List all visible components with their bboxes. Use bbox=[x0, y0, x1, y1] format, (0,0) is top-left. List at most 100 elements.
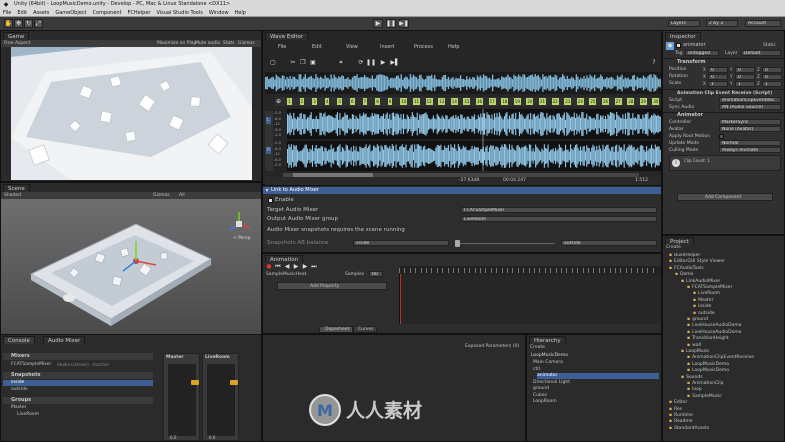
master-fader-handle[interactable] bbox=[191, 380, 199, 385]
static-toggle[interactable]: Static bbox=[763, 42, 776, 49]
persp-label[interactable]: < Persp bbox=[233, 235, 251, 242]
wave-marker[interactable]: 26 bbox=[602, 98, 610, 105]
wave-marker[interactable]: 22 bbox=[551, 98, 559, 105]
tag-dropdown[interactable]: Untagged bbox=[685, 50, 719, 56]
active-checkbox[interactable] bbox=[676, 43, 681, 48]
object-name[interactable]: animator bbox=[683, 42, 706, 49]
target-mixer-field[interactable]: FCATSampleMixer bbox=[461, 207, 657, 213]
pause-button[interactable]: ❚❚ bbox=[386, 19, 396, 28]
tab-audio-mixer[interactable]: Audio Mixer bbox=[43, 336, 86, 344]
wave-marker[interactable]: 21 bbox=[539, 98, 547, 105]
anim-dopesheet-area[interactable] bbox=[399, 274, 661, 324]
project-item[interactable]: ▪ StandardAssets bbox=[669, 426, 709, 432]
main-waveform[interactable] bbox=[287, 109, 661, 171]
transform-position-x[interactable]: 0 bbox=[708, 67, 728, 73]
wave-menu-file[interactable]: File bbox=[278, 44, 286, 51]
anim-play-icon[interactable]: ▶ bbox=[293, 264, 299, 270]
account-dropdown[interactable]: Account bbox=[745, 20, 781, 27]
paste-icon[interactable]: ▣ bbox=[309, 59, 317, 67]
menu-item-assets[interactable]: Assets bbox=[33, 9, 49, 17]
next-key-icon[interactable]: ▶ bbox=[302, 264, 308, 270]
project-item[interactable]: ▪ Demo bbox=[675, 272, 693, 278]
strip-liveroom[interactable]: LiveRoom 0.0 bbox=[202, 353, 239, 441]
project-item[interactable]: ▪ Readme bbox=[669, 419, 693, 425]
wave-marker[interactable]: 9 bbox=[387, 98, 393, 105]
menu-item-edit[interactable]: Edit bbox=[17, 9, 27, 17]
project-create[interactable]: Create bbox=[666, 244, 681, 251]
layer-dropdown[interactable]: Default bbox=[741, 50, 781, 56]
wave-menu-process[interactable]: Process bbox=[414, 44, 433, 51]
help-icon[interactable]: ? bbox=[650, 59, 658, 67]
wave-marker[interactable]: 5 bbox=[337, 98, 342, 105]
hierarchy-item[interactable]: LoopRoom bbox=[533, 399, 659, 405]
clip-event-receiver-header[interactable]: Animation Clip Event Receive (Script) bbox=[677, 90, 772, 97]
wave-play-icon[interactable]: ▶ bbox=[379, 59, 387, 67]
wave-marker[interactable]: 30 bbox=[652, 98, 660, 105]
avatar-field[interactable]: None (Avatar) bbox=[719, 126, 781, 132]
project-item[interactable]: ▪ LiveRoom bbox=[693, 291, 720, 297]
hierarchy-item[interactable]: animator bbox=[537, 373, 659, 379]
snapshot-right-dropdown[interactable]: outside bbox=[561, 240, 657, 246]
cut-icon[interactable]: ✂ bbox=[289, 59, 297, 67]
wave-menu-view[interactable]: View bbox=[346, 44, 358, 51]
tab-animation[interactable]: Animation bbox=[265, 255, 304, 263]
project-item[interactable]: ▪ Res bbox=[669, 407, 682, 413]
tab-console[interactable]: Console bbox=[3, 336, 35, 344]
layout-dropdown[interactable]: 2 by 3 bbox=[706, 20, 738, 27]
wave-marker[interactable]: 14 bbox=[450, 98, 458, 105]
copy-icon[interactable]: ❐ bbox=[299, 59, 307, 67]
rotate-tool-icon[interactable]: ↻ bbox=[24, 19, 33, 28]
menu-item-file[interactable]: File bbox=[3, 9, 11, 17]
wave-marker[interactable]: 18 bbox=[501, 98, 509, 105]
wave-marker[interactable]: 11 bbox=[413, 98, 421, 105]
wave-marker[interactable]: 16 bbox=[476, 98, 484, 105]
play-button[interactable]: ▶ bbox=[373, 19, 383, 28]
tab-inspector[interactable]: Inspector bbox=[665, 32, 701, 40]
transform-rotation-y[interactable]: 0 bbox=[735, 74, 755, 80]
project-item[interactable]: ▪ loop bbox=[687, 387, 702, 393]
snapshot-item-outside[interactable]: outside bbox=[3, 387, 153, 393]
project-item[interactable]: ▪ inside bbox=[693, 304, 711, 310]
wave-marker[interactable]: 1 bbox=[287, 98, 292, 105]
transform-rotation-x[interactable]: 0 bbox=[708, 74, 728, 80]
wave-marker[interactable]: 15 bbox=[463, 98, 471, 105]
wave-marker[interactable]: 8 bbox=[375, 98, 380, 105]
wave-marker[interactable]: 24 bbox=[576, 98, 584, 105]
project-item[interactable]: ▪ LiveHouseAudioDemo bbox=[687, 323, 742, 329]
wave-marker[interactable]: 27 bbox=[614, 98, 622, 105]
step-button[interactable]: ▶❚ bbox=[399, 19, 409, 28]
scale-tool-icon[interactable]: ⤢ bbox=[34, 19, 43, 28]
root-motion-checkbox[interactable] bbox=[719, 134, 724, 139]
sync-audio-field[interactable]: AN (Audio Source) bbox=[719, 104, 781, 110]
hierarchy-item[interactable]: ctrl bbox=[533, 367, 659, 373]
wave-pause-icon[interactable]: ❚❚ bbox=[366, 59, 376, 67]
project-item[interactable]: ▪ LoopMusicDemo bbox=[687, 368, 729, 374]
aspect-dropdown[interactable]: Free Aspect bbox=[4, 40, 30, 47]
controller-field[interactable]: MarkerSync bbox=[719, 119, 781, 125]
game-gizmos-toggle[interactable]: Gizmos bbox=[238, 40, 255, 47]
anim-timeline-ruler[interactable] bbox=[399, 266, 661, 274]
maximize-on-play-toggle[interactable]: Maximize on Play bbox=[157, 40, 196, 47]
tab-scene[interactable]: Scene bbox=[3, 184, 30, 192]
transform-scale-z[interactable]: 1 bbox=[762, 81, 782, 87]
transform-position-z[interactable]: 0 bbox=[762, 67, 782, 73]
project-item[interactable]: ▪ outside bbox=[693, 311, 715, 317]
new-icon[interactable]: ▢ bbox=[269, 59, 277, 67]
layers-dropdown[interactable]: Layers bbox=[668, 20, 700, 27]
project-item[interactable]: ▪ AnimationClipEventReceive bbox=[687, 355, 754, 361]
mixer-item[interactable]: FCATSampleMixer (Audio Listener) - Inact… bbox=[3, 361, 153, 368]
menu-item-help[interactable]: Help bbox=[235, 9, 246, 17]
project-item[interactable]: ▪ LoopMusicDemo bbox=[687, 362, 729, 368]
culling-mode-dropdown[interactable]: Always Animate bbox=[719, 147, 781, 153]
hierarchy-create[interactable]: Create bbox=[530, 344, 545, 351]
project-item[interactable]: ▪ Master bbox=[693, 298, 713, 304]
transform-scale-x[interactable]: 1 bbox=[708, 81, 728, 87]
output-group-dropdown[interactable]: LiveRoom bbox=[461, 216, 657, 222]
shading-dropdown[interactable]: Shaded bbox=[4, 192, 21, 199]
project-item[interactable]: ▪ wall bbox=[687, 343, 701, 349]
transform-header[interactable]: Transform bbox=[677, 59, 706, 66]
wave-marker[interactable]: 6 bbox=[350, 98, 355, 105]
wave-marker[interactable]: 23 bbox=[564, 98, 572, 105]
wave-marker[interactable]: 2 bbox=[299, 98, 305, 105]
record-icon[interactable]: ● bbox=[266, 264, 272, 270]
